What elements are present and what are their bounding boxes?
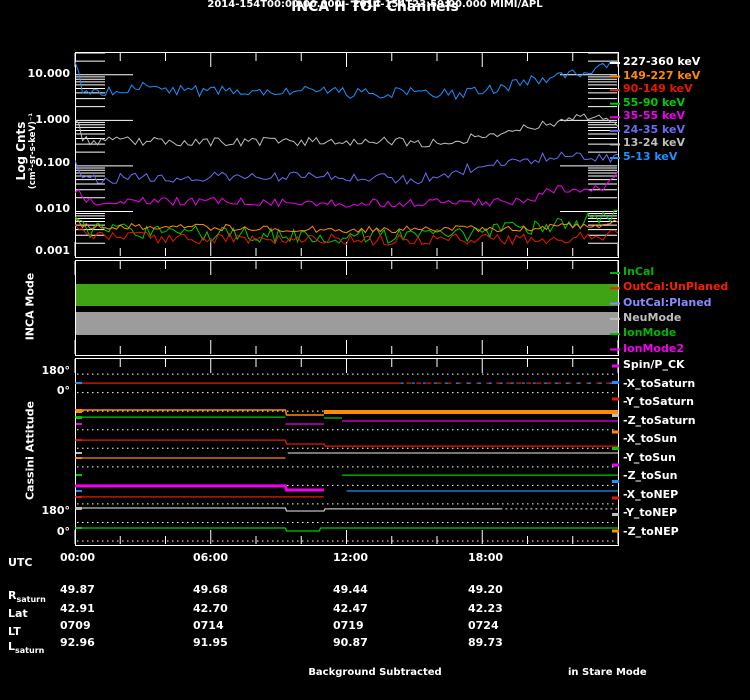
- table-row-subscript: saturn: [16, 595, 46, 605]
- legend-mode-OutCalUnPlaned: OutCal:UnPlaned: [623, 280, 729, 294]
- ytick-label: 0.001: [35, 244, 70, 257]
- mode-band-NeuMode: [76, 312, 618, 335]
- table-cell-L-0: 92.96: [60, 636, 95, 649]
- mode-band-IonMode: [76, 284, 618, 306]
- table-cell-LT-2: 0719: [333, 619, 364, 632]
- table-row-label-L: Lsaturn: [8, 640, 45, 656]
- background-subtracted-note: Background Subtracted: [308, 667, 442, 678]
- trace-35-55keV: [75, 170, 618, 208]
- legend-mode-IonMode: IonMode: [623, 326, 677, 340]
- legend-channel-24-35keV: 24-35 keV: [623, 122, 686, 136]
- legend-channel-149-227keV: 149-227 keV: [623, 68, 701, 82]
- legend-attitude-XtoSaturn: -X_toSaturn: [623, 376, 696, 390]
- attitude-trace-7: [285, 420, 618, 425]
- y-axis-title-line2: (cm²-sr-s-keV)⁻¹: [28, 112, 38, 190]
- legend-mode-InCal: InCal: [623, 265, 655, 278]
- attitude-ytick-label: 0°: [56, 384, 70, 397]
- legend-attitude-YtoSaturn: -Y_toSaturn: [623, 395, 694, 409]
- legend-mode-IonMode2: IonMode2: [623, 341, 684, 355]
- table-cell-Lat-0: 42.91: [60, 602, 95, 615]
- ytick-label: 0.100: [35, 156, 70, 169]
- legend-channel-227-360keV: 227-360 keV: [623, 55, 701, 68]
- mode-panel-title: INCA Mode: [23, 272, 37, 341]
- attitude-panel-title: Cassini Attitude: [23, 400, 37, 501]
- y-axis-title-line1: Log Cnts: [14, 121, 28, 181]
- ytick-label: 10.000: [27, 67, 70, 80]
- legend-channel-55-90keV: 55-90 keV: [623, 95, 686, 109]
- table-cell-R-2: 49.44: [333, 583, 368, 596]
- attitude-trace-15: [75, 507, 501, 512]
- table-cell-R-0: 49.87: [60, 583, 95, 596]
- attitude-ytick-label: 180°: [41, 504, 70, 517]
- tof-traces: [75, 60, 618, 246]
- inca-tof-figure: INCA H TOF Channels 2014-154T00:00:00.00…: [0, 0, 750, 700]
- legend-attitude-XtoSun: -X_toSun: [623, 432, 678, 446]
- legend-attitude-XtoNEP: -X_toNEP: [623, 487, 679, 501]
- trace-90-149keV: [75, 224, 618, 246]
- ytick-label: 0.010: [35, 202, 70, 215]
- table-cell-R-3: 49.20: [468, 583, 503, 596]
- attitude-traces: [75, 373, 618, 542]
- legend-attitude-YtoNEP: -Y_toNEP: [623, 506, 678, 520]
- legend-mode-OutCalPlaned: OutCal:Planed: [623, 295, 712, 309]
- utc-tick-label: 00:00: [60, 551, 96, 564]
- legend-channel-90-149keV: 90-149 keV: [623, 82, 693, 96]
- trace-149-227keV: [75, 218, 618, 234]
- attitude-trace-8: [75, 439, 618, 447]
- table-cell-Lat-1: 42.70: [193, 602, 228, 615]
- utc-axis-label: UTC: [8, 556, 33, 569]
- y-axis-title: Log Cnts (cm²-sr-s-keV)⁻¹: [14, 86, 38, 216]
- trace-55-90keV: [75, 209, 618, 244]
- mode-bands: [76, 284, 618, 335]
- attitude-trace-3: [75, 409, 324, 416]
- utc-tick-label: 06:00: [193, 551, 229, 564]
- time-range-subtitle: 2014-154T00:00:00.000 - 2014-154T23:59:0…: [207, 0, 543, 10]
- table-row-label-R: Rsaturn: [8, 589, 46, 605]
- legend-mode-NeuMode: NeuMode: [623, 310, 682, 324]
- attitude-trace-12: [75, 484, 324, 492]
- legend-attitude-YtoSun: -Y_toSun: [623, 450, 676, 464]
- trace-24-35keV: [75, 151, 618, 185]
- utc-tick-label: 12:00: [333, 551, 369, 564]
- utc-tick-label: 18:00: [468, 551, 504, 564]
- table-cell-Lat-3: 42.23: [468, 602, 503, 615]
- table-row-subscript: saturn: [15, 646, 45, 656]
- table-cell-Lat-2: 42.47: [333, 602, 368, 615]
- legend-channel-35-55keV: 35-55 keV: [623, 109, 686, 123]
- table-cell-L-2: 90.87: [333, 636, 368, 649]
- table-cell-LT-3: 0724: [468, 619, 499, 632]
- legend-channel-13-24keV: 13-24 keV: [623, 136, 686, 150]
- attitude-ytick-label: 0°: [56, 525, 70, 538]
- stare-mode-note: in Stare Mode: [568, 667, 647, 678]
- legend-channel-5-13keV: 5-13 keV: [623, 149, 678, 163]
- table-row-label-Lat: Lat: [8, 607, 28, 620]
- legend-attitude-ZtoSaturn: -Z_toSaturn: [623, 413, 696, 427]
- trace-13-24keV: [75, 113, 618, 148]
- table-cell-LT-0: 0709: [60, 619, 91, 632]
- table-cell-L-3: 89.73: [468, 636, 503, 649]
- table-cell-R-1: 49.68: [193, 583, 228, 596]
- table-cell-LT-1: 0714: [193, 619, 224, 632]
- attitude-ytick-label: 180°: [41, 364, 70, 377]
- legend-attitude-ZtoSun: -Z_toSun: [623, 469, 678, 483]
- table-cell-L-1: 91.95: [193, 636, 228, 649]
- trace-5-13keV: [75, 60, 618, 101]
- table-row-label-LT: LT: [8, 625, 21, 638]
- ytick-label: 1.000: [35, 113, 70, 126]
- legend-attitude-SpinPCK: Spin/P_CK: [623, 358, 685, 371]
- legend-attitude-ZtoNEP: -Z_toNEP: [623, 524, 679, 538]
